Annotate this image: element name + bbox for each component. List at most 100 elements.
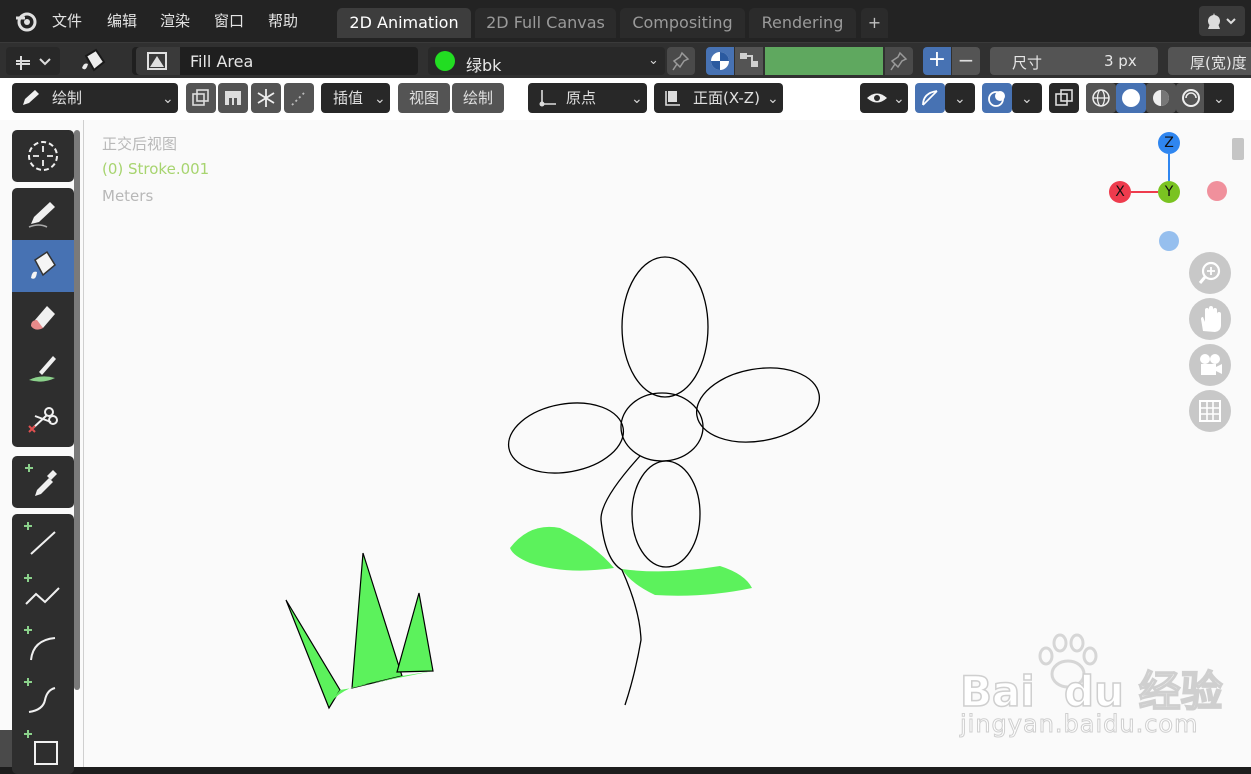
box-tool-button[interactable] xyxy=(12,722,74,774)
line-tool-button[interactable] xyxy=(12,514,74,566)
texture-mode-button[interactable] xyxy=(735,47,763,75)
active-object-label: (0) Stroke.001 xyxy=(102,160,210,178)
scene-selector[interactable] xyxy=(1199,6,1245,36)
polyline-icon xyxy=(24,574,60,605)
size-field[interactable]: 尺寸 3 px xyxy=(990,47,1158,75)
blender-logo-icon[interactable] xyxy=(14,9,38,33)
zoom-view-button[interactable] xyxy=(1189,252,1231,294)
material-shading-button[interactable] xyxy=(1146,83,1176,113)
rendered-shading-button[interactable] xyxy=(1176,83,1206,113)
pencil-icon xyxy=(23,90,39,105)
cursor-tool-button[interactable] xyxy=(12,130,74,182)
interpolate-label: 插值 xyxy=(333,89,364,107)
curve-tool-button[interactable] xyxy=(12,670,74,722)
gizmo-neg-x-axis[interactable] xyxy=(1207,181,1227,201)
size-label: 尺寸 xyxy=(1012,54,1043,72)
tab-compositing[interactable]: Compositing xyxy=(620,8,745,38)
watermark-url: jingyan.baidu.com xyxy=(959,710,1199,739)
draw-menu[interactable]: 绘制 xyxy=(452,83,504,113)
bucket-fill-icon[interactable] xyxy=(78,46,110,76)
tab-2d-animation[interactable]: 2D Animation xyxy=(337,8,471,38)
tool-options-dropdown[interactable] xyxy=(6,47,60,75)
rendered-sphere-icon xyxy=(1182,89,1200,107)
gizmo-y-axis[interactable]: Y xyxy=(1158,181,1180,203)
left-edge-handle[interactable] xyxy=(0,730,12,767)
pan-view-button[interactable] xyxy=(1189,298,1231,340)
ortho-toggle-button[interactable] xyxy=(1189,390,1231,432)
arc-icon xyxy=(24,626,56,661)
gizmo-z-axis[interactable]: Z xyxy=(1158,132,1180,154)
fill-tool-button[interactable] xyxy=(12,240,74,292)
cutter-tool-button[interactable] xyxy=(12,396,74,448)
mode-label: 绘制 xyxy=(52,89,83,107)
tint-tool-button[interactable] xyxy=(12,344,74,396)
gizmo-toggle-button[interactable] xyxy=(915,83,945,113)
chevron-down-icon: ⌄ xyxy=(1213,91,1225,107)
chevron-down-icon: ⌄ xyxy=(1021,91,1033,107)
toolbar-scrollbar[interactable] xyxy=(74,130,80,690)
menu-file[interactable]: 文件 xyxy=(52,10,82,31)
menu-help[interactable]: 帮助 xyxy=(268,10,298,31)
grass-blade-right xyxy=(396,592,434,673)
tab-rendering[interactable]: Rendering xyxy=(749,8,856,38)
wireframe-shading-button[interactable] xyxy=(1086,83,1116,113)
multiframe-button[interactable] xyxy=(186,83,216,113)
gizmo-options-dropdown[interactable]: ⌄ xyxy=(945,83,975,113)
cursor-icon xyxy=(28,141,58,171)
material-color-dot xyxy=(435,51,455,71)
top-menu-bar: 文件 编辑 渲染 窗口 帮助 2D Animation 2D Full Canv… xyxy=(0,0,1251,42)
add-workspace-button[interactable]: + xyxy=(861,8,888,38)
tint-brush-icon xyxy=(29,356,56,382)
cursor-tool-group xyxy=(12,130,74,182)
visibility-dropdown[interactable]: ⌄ xyxy=(860,83,908,113)
flower-center xyxy=(620,392,704,462)
chevron-down-icon: ⌄ xyxy=(954,91,966,107)
leaf-left xyxy=(510,526,614,571)
mode-dropdown[interactable]: 绘制 ⌄ xyxy=(12,83,178,113)
view-name-label: 正交后视图 xyxy=(102,135,178,153)
tab-2d-full-canvas[interactable]: 2D Full Canvas xyxy=(475,8,616,38)
eye-icon xyxy=(867,93,887,103)
view-menu[interactable]: 视图 xyxy=(398,83,450,113)
gizmo-neg-z-axis[interactable] xyxy=(1159,231,1179,251)
solid-sphere-icon xyxy=(1122,89,1140,107)
material-selector[interactable]: 绿bk ⌄ xyxy=(428,47,665,75)
pin-color-button[interactable] xyxy=(885,47,913,75)
color-swatch[interactable] xyxy=(765,47,883,75)
draw-tool-button[interactable] xyxy=(12,188,74,240)
menu-edit[interactable]: 编辑 xyxy=(107,10,137,31)
polyline-tool-button[interactable] xyxy=(12,566,74,618)
xray-toggle-button[interactable] xyxy=(1049,83,1079,113)
solid-shading-button[interactable] xyxy=(1116,83,1146,113)
shading-options-dropdown[interactable]: ⌄ xyxy=(1204,83,1234,113)
menu-window[interactable]: 窗口 xyxy=(214,10,244,31)
arc-tool-button[interactable] xyxy=(12,618,74,670)
overlay-toggle-button[interactable] xyxy=(982,83,1012,113)
pin-material-button[interactable] xyxy=(667,47,695,75)
camera-view-button[interactable] xyxy=(1189,344,1231,386)
viewport-header: 绘制 ⌄ 插值 ⌄ 视图 绘制 原点 ⌄ 正面(X-Z) ⌄ ⌄ ⌄ ⌄ ⌄ xyxy=(0,78,1251,120)
tool-cursor-icon xyxy=(16,56,51,70)
color-wheel-icon xyxy=(711,52,729,70)
leaf-right xyxy=(622,566,752,596)
vertex-color-mode-button[interactable] xyxy=(706,47,734,75)
eyedropper-tool-button[interactable] xyxy=(12,456,74,508)
dotted-stroke-button[interactable] xyxy=(284,83,314,113)
interpolate-dropdown[interactable]: 插值 ⌄ xyxy=(321,83,390,113)
material-name: 绿bk xyxy=(466,56,502,75)
snowflake-button[interactable] xyxy=(251,83,281,113)
autokey-button[interactable] xyxy=(218,83,248,113)
add-mode-button[interactable]: + xyxy=(923,47,951,75)
viewport-scroll-handle[interactable] xyxy=(1232,138,1244,160)
thickness-field[interactable]: 厚(宽)度 xyxy=(1168,47,1251,75)
gizmo-x-axis[interactable]: X xyxy=(1109,181,1131,203)
subtract-mode-button[interactable]: − xyxy=(952,47,980,75)
erase-tool-button[interactable] xyxy=(12,292,74,344)
pin-icon xyxy=(890,51,908,71)
fill-mode-field[interactable]: Fill Area xyxy=(132,47,418,75)
overlay-options-dropdown[interactable]: ⌄ xyxy=(1012,83,1042,113)
drawing-plane-dropdown[interactable]: 正面(X-Z) ⌄ xyxy=(654,83,783,113)
menu-render[interactable]: 渲染 xyxy=(160,10,190,31)
eyedropper-icon xyxy=(25,464,57,496)
origin-dropdown[interactable]: 原点 ⌄ xyxy=(528,83,647,113)
